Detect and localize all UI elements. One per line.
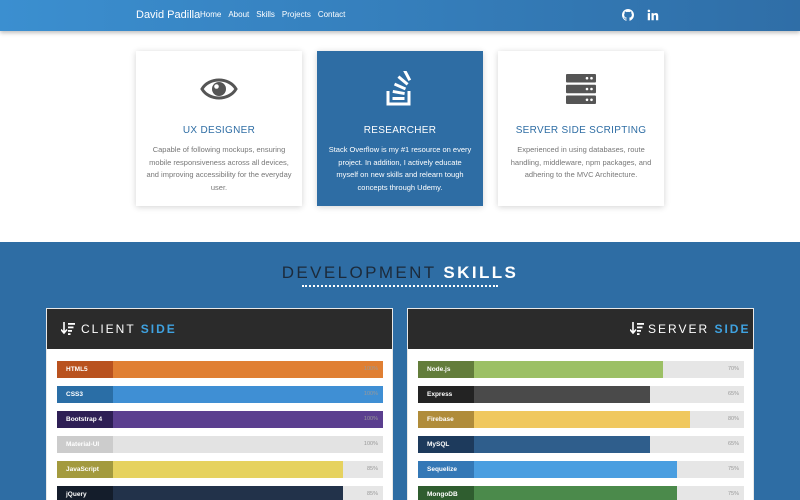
skill-bar-label: Sequelize [418, 461, 474, 478]
panel-title: SERVER SIDE [648, 322, 750, 336]
card-server-side: SERVER SIDE SCRIPTING Experienced in usi… [498, 51, 664, 206]
client-skill-bars: HTML5 100% CSS3 100% Bootstrap 4 100% Material… [57, 361, 383, 500]
skill-bar-row: Bootstrap 4 100% [57, 411, 383, 428]
nav-link-contact[interactable]: Contact [318, 10, 346, 19]
panel-title-light: CLIENT [81, 322, 141, 336]
server-side-panel: SERVER SIDE Node.js 70% Express 65% Firebase… [407, 308, 754, 500]
card-title: RESEARCHER [363, 125, 437, 136]
skill-bar-fill [113, 386, 383, 403]
skill-bar-percent: 65% [727, 441, 739, 447]
nav-link-skills[interactable]: Skills [256, 10, 275, 19]
skill-bar-row: jQuery 85% [57, 486, 383, 500]
skill-bar-percent: 80% [727, 416, 739, 422]
skill-bar-fill [113, 361, 383, 378]
card-description: Stack Overflow is my #1 resource on ever… [328, 145, 472, 192]
skill-bar-percent: 100% [363, 366, 378, 372]
nav-link-about[interactable]: About [228, 10, 249, 19]
linkedin-icon[interactable] [647, 9, 659, 21]
skill-bar-row: MongoDB 75% [418, 486, 744, 500]
panel-title-light: SERVER [648, 322, 715, 336]
panel-header: SERVER SIDE [408, 309, 753, 349]
skill-bar-percent: 75% [727, 466, 739, 472]
skill-bar-percent: 75% [727, 491, 739, 497]
skill-bar-percent: 85% [366, 491, 378, 497]
nav-link-home[interactable]: Home [200, 10, 221, 19]
client-side-panel: CLIENT SIDE HTML5 100% CSS3 100% Bootstrap 4… [46, 308, 393, 500]
skill-bar-label: Bootstrap 4 [57, 411, 113, 428]
skill-bar-label: MongoDB [418, 486, 474, 500]
skill-bar-fill [113, 411, 383, 428]
brand-name[interactable]: David Padilla [136, 9, 200, 21]
skill-bar-fill [113, 461, 343, 478]
skill-bar-label: jQuery [57, 486, 113, 500]
skill-bar-label: JavaScript [57, 461, 113, 478]
skill-bar-row: Material-UI 100% [57, 436, 383, 453]
nav-links: Home About Skills Projects Contact [200, 10, 352, 19]
skill-bar-row: Firebase 80% [418, 411, 744, 428]
sort-amount-icon [61, 322, 75, 335]
skill-bar-percent: 100% [363, 441, 378, 447]
skill-bar-row: JavaScript 85% [57, 461, 383, 478]
feature-cards: UX DESIGNER Capable of following mockups… [136, 51, 664, 206]
card-description: Experienced in using databases, route ha… [510, 145, 652, 179]
sort-amount-icon [630, 322, 644, 335]
card-description: Capable of following mockups, ensuring m… [146, 145, 292, 192]
skill-bar-row: Express 65% [418, 386, 744, 403]
skill-bar-fill [474, 436, 650, 453]
server-skill-bars: Node.js 70% Express 65% Firebase 80% MySQL 65% S… [418, 361, 744, 500]
skill-bar-row: Sequelize 75% [418, 461, 744, 478]
card-title: UX DESIGNER [182, 125, 256, 136]
panel-title-accent: SIDE [140, 322, 177, 336]
skill-bar-label: Node.js [418, 361, 474, 378]
skill-bar-fill [474, 411, 690, 428]
skill-bar-label: Express [418, 386, 474, 403]
stack-overflow-icon [386, 71, 412, 106]
skill-bar-label: Firebase [418, 411, 474, 428]
skill-bar-label: HTML5 [57, 361, 113, 378]
skill-bar-percent: 100% [363, 391, 378, 397]
skills-section: DEVELOPMENT SKILLS CLIENT SIDE HTML5 100%… [0, 242, 800, 500]
skill-bar-fill [474, 386, 650, 403]
eye-icon [200, 78, 238, 100]
server-icon [566, 74, 596, 104]
skill-bar-label: Material-UI [57, 436, 113, 453]
skill-bar-percent: 85% [366, 466, 378, 472]
heading-underline [302, 285, 498, 287]
skill-bar-row: CSS3 100% [57, 386, 383, 403]
skill-bar-fill [113, 486, 343, 500]
skill-bar-row: Node.js 70% [418, 361, 744, 378]
skill-bar-fill [474, 361, 663, 378]
card-ux-designer: UX DESIGNER Capable of following mockups… [136, 51, 302, 206]
panel-title-accent: SIDE [714, 322, 751, 336]
skill-bar-label: CSS3 [57, 386, 113, 403]
skills-heading-bold: SKILLS [443, 263, 519, 282]
skills-heading-light: DEVELOPMENT [281, 263, 444, 282]
skill-bar-percent: 65% [727, 391, 739, 397]
skill-bar-row: MySQL 65% [418, 436, 744, 453]
skill-bar-fill [474, 461, 677, 478]
skill-bar-fill [474, 486, 677, 500]
panel-title: CLIENT SIDE [81, 322, 177, 336]
navbar: David Padilla Home About Skills Projects… [0, 0, 800, 31]
skill-bar-label: MySQL [418, 436, 474, 453]
skill-bar-percent: 70% [727, 366, 739, 372]
panel-header: CLIENT SIDE [47, 309, 392, 349]
skill-bar-fill [113, 436, 383, 453]
skills-heading: DEVELOPMENT SKILLS [0, 263, 800, 283]
nav-link-projects[interactable]: Projects [282, 10, 311, 19]
card-researcher: RESEARCHER Stack Overflow is my #1 resou… [317, 51, 483, 206]
skill-bar-row: HTML5 100% [57, 361, 383, 378]
github-icon[interactable] [622, 9, 634, 21]
card-title: SERVER SIDE SCRIPTING [515, 125, 647, 136]
skill-bar-percent: 100% [363, 416, 378, 422]
